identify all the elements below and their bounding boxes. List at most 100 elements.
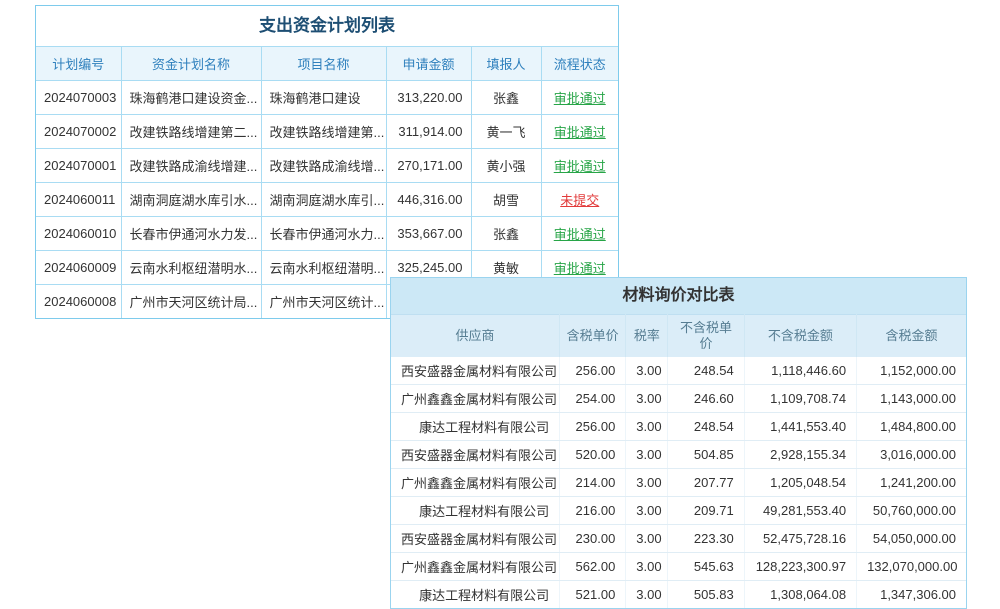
plan-id-link[interactable]: 2024070002	[36, 115, 121, 149]
column-header-plan-id: 计划编号	[36, 47, 121, 81]
supplier-link[interactable]: 广州鑫鑫金属材料有限公司	[391, 469, 560, 497]
amount-with-tax-cell: 1,347,306.00	[857, 581, 966, 609]
material-quote-title: 材料询价对比表	[391, 278, 966, 314]
amount-with-tax-cell: 50,760,000.00	[857, 497, 966, 525]
plan-name-link[interactable]: 改建铁路成渝线增建...	[121, 149, 261, 183]
filler-link[interactable]: 胡雪	[471, 183, 541, 217]
price-without-tax-cell: 246.60	[668, 385, 744, 413]
header-row: 供应商 含税单价 税率 不含税单价 不含税金额 含税金额	[391, 315, 966, 358]
column-header-tax-rate: 税率	[626, 315, 668, 358]
material-quote-body: 西安盛器金属材料有限公司256.003.00248.541,118,446.60…	[391, 357, 966, 608]
tax-rate-cell: 3.00	[626, 525, 668, 553]
plan-name-link[interactable]: 广州市天河区统计局...	[121, 285, 261, 319]
material-quote-header: 供应商 含税单价 税率 不含税单价 不含税金额 含税金额	[391, 315, 966, 358]
tax-rate-cell: 3.00	[626, 553, 668, 581]
plan-id-link[interactable]: 2024060008	[36, 285, 121, 319]
amount-with-tax-cell: 1,484,800.00	[857, 413, 966, 441]
plan-name-link[interactable]: 湖南洞庭湖水库引水...	[121, 183, 261, 217]
price-without-tax-cell: 207.77	[668, 469, 744, 497]
amount-without-tax-cell: 1,205,048.54	[744, 469, 856, 497]
project-name-link[interactable]: 改建铁路线增建第...	[261, 115, 386, 149]
filler-link[interactable]: 黄一飞	[471, 115, 541, 149]
supplier-link[interactable]: 康达工程材料有限公司	[391, 581, 560, 609]
plan-name-link[interactable]: 改建铁路线增建第二...	[121, 115, 261, 149]
filler-link[interactable]: 张鑫	[471, 81, 541, 115]
price-without-tax-cell: 545.63	[668, 553, 744, 581]
amount-without-tax-cell: 128,223,300.97	[744, 553, 856, 581]
amount-with-tax-cell: 1,143,000.00	[857, 385, 966, 413]
amount-with-tax-cell: 3,016,000.00	[857, 441, 966, 469]
price-without-tax-cell: 223.30	[668, 525, 744, 553]
filler-link[interactable]: 张鑫	[471, 217, 541, 251]
amount-cell: 311,914.00	[386, 115, 471, 149]
plan-name-link[interactable]: 长春市伊通河水力发...	[121, 217, 261, 251]
price-without-tax-cell: 209.71	[668, 497, 744, 525]
amount-without-tax-cell: 1,441,553.40	[744, 413, 856, 441]
column-header-status: 流程状态	[541, 47, 618, 81]
project-name-link[interactable]: 珠海鹤港口建设	[261, 81, 386, 115]
price-with-tax-cell: 254.00	[560, 385, 626, 413]
plan-id-link[interactable]: 2024070001	[36, 149, 121, 183]
amount-cell: 270,171.00	[386, 149, 471, 183]
column-header-supplier: 供应商	[391, 315, 560, 358]
project-name-link[interactable]: 长春市伊通河水力...	[261, 217, 386, 251]
status-link[interactable]: 审批通过	[541, 115, 618, 149]
table-row: 西安盛器金属材料有限公司256.003.00248.541,118,446.60…	[391, 357, 966, 385]
amount-without-tax-cell: 49,281,553.40	[744, 497, 856, 525]
plan-id-link[interactable]: 2024070003	[36, 81, 121, 115]
tax-rate-cell: 3.00	[626, 497, 668, 525]
project-name-link[interactable]: 改建铁路成渝线增...	[261, 149, 386, 183]
table-row: 康达工程材料有限公司521.003.00505.831,308,064.081,…	[391, 581, 966, 609]
price-with-tax-cell: 256.00	[560, 413, 626, 441]
price-with-tax-cell: 214.00	[560, 469, 626, 497]
table-row: 广州鑫鑫金属材料有限公司254.003.00246.601,109,708.74…	[391, 385, 966, 413]
project-name-link[interactable]: 广州市天河区统计...	[261, 285, 386, 319]
supplier-link[interactable]: 广州鑫鑫金属材料有限公司	[391, 385, 560, 413]
filler-link[interactable]: 黄小强	[471, 149, 541, 183]
plan-id-link[interactable]: 2024060010	[36, 217, 121, 251]
supplier-link[interactable]: 广州鑫鑫金属材料有限公司	[391, 553, 560, 581]
supplier-link[interactable]: 西安盛器金属材料有限公司	[391, 357, 560, 385]
expenditure-plan-title: 支出资金计划列表	[36, 6, 618, 46]
supplier-link[interactable]: 康达工程材料有限公司	[391, 413, 560, 441]
column-header-amount-without-tax: 不含税金额	[744, 315, 856, 358]
tax-rate-cell: 3.00	[626, 413, 668, 441]
material-quote-panel: 材料询价对比表 供应商 含税单价 税率 不含税单价 不含税金额 含税金额 西安盛…	[390, 277, 967, 609]
table-row: 康达工程材料有限公司256.003.00248.541,441,553.401,…	[391, 413, 966, 441]
amount-without-tax-cell: 1,109,708.74	[744, 385, 856, 413]
price-with-tax-cell: 256.00	[560, 357, 626, 385]
project-name-link[interactable]: 湖南洞庭湖水库引...	[261, 183, 386, 217]
table-row: 2024070002改建铁路线增建第二...改建铁路线增建第...311,914…	[36, 115, 618, 149]
status-link[interactable]: 审批通过	[541, 217, 618, 251]
amount-cell: 353,667.00	[386, 217, 471, 251]
column-header-amount-with-tax: 含税金额	[857, 315, 966, 358]
tax-rate-cell: 3.00	[626, 385, 668, 413]
column-header-price-without-tax: 不含税单价	[668, 315, 744, 358]
table-row: 广州鑫鑫金属材料有限公司562.003.00545.63128,223,300.…	[391, 553, 966, 581]
amount-without-tax-cell: 2,928,155.34	[744, 441, 856, 469]
status-link[interactable]: 未提交	[541, 183, 618, 217]
column-header-filler: 填报人	[471, 47, 541, 81]
price-with-tax-cell: 521.00	[560, 581, 626, 609]
project-name-link[interactable]: 云南水利枢纽潜明...	[261, 251, 386, 285]
plan-name-link[interactable]: 珠海鹤港口建设资金...	[121, 81, 261, 115]
column-header-amount: 申请金额	[386, 47, 471, 81]
plan-name-link[interactable]: 云南水利枢纽潜明水...	[121, 251, 261, 285]
supplier-link[interactable]: 西安盛器金属材料有限公司	[391, 441, 560, 469]
supplier-link[interactable]: 西安盛器金属材料有限公司	[391, 525, 560, 553]
plan-id-link[interactable]: 2024060011	[36, 183, 121, 217]
tax-rate-cell: 3.00	[626, 581, 668, 609]
amount-cell: 313,220.00	[386, 81, 471, 115]
table-row: 康达工程材料有限公司216.003.00209.7149,281,553.405…	[391, 497, 966, 525]
amount-with-tax-cell: 1,241,200.00	[857, 469, 966, 497]
status-link[interactable]: 审批通过	[541, 149, 618, 183]
amount-with-tax-cell: 54,050,000.00	[857, 525, 966, 553]
status-link[interactable]: 审批通过	[541, 81, 618, 115]
amount-without-tax-cell: 52,475,728.16	[744, 525, 856, 553]
column-header-plan-name: 资金计划名称	[121, 47, 261, 81]
amount-cell: 446,316.00	[386, 183, 471, 217]
table-row: 西安盛器金属材料有限公司230.003.00223.3052,475,728.1…	[391, 525, 966, 553]
supplier-link[interactable]: 康达工程材料有限公司	[391, 497, 560, 525]
amount-without-tax-cell: 1,118,446.60	[744, 357, 856, 385]
plan-id-link[interactable]: 2024060009	[36, 251, 121, 285]
